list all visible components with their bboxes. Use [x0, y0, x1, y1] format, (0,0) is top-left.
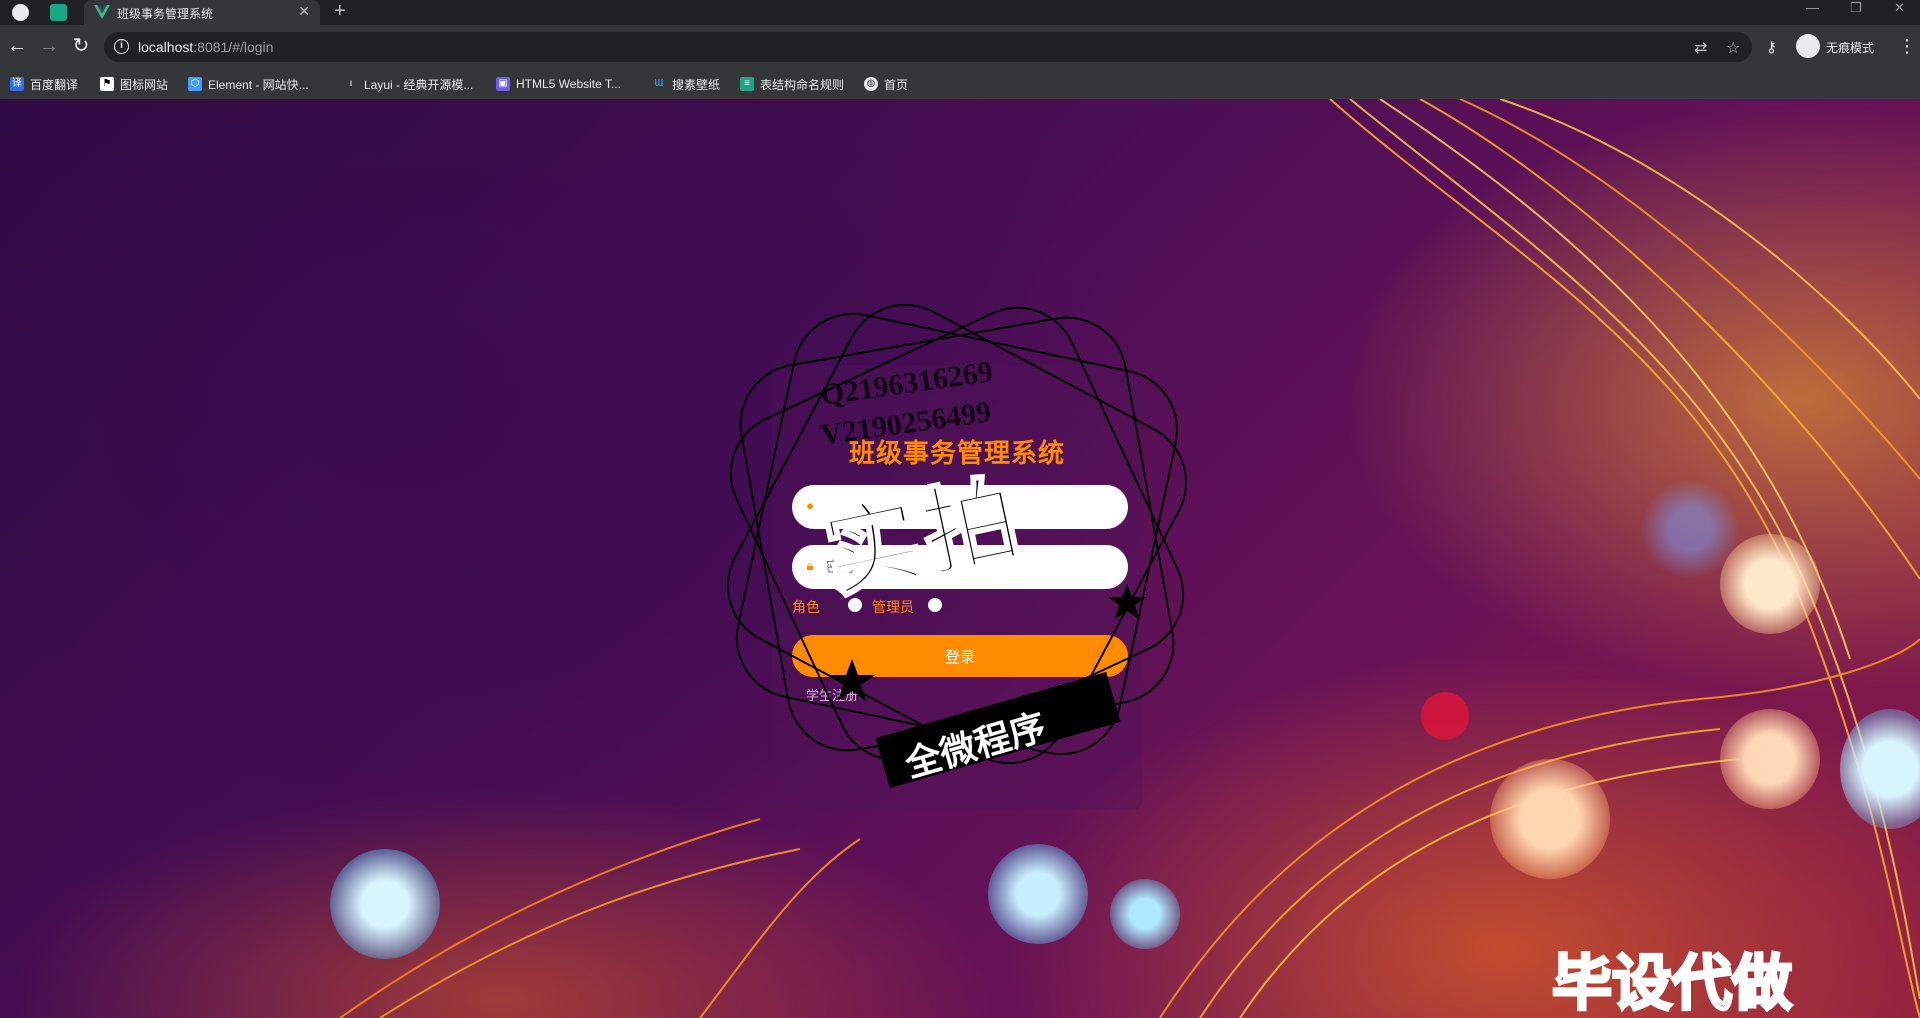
bokeh-light	[1110, 879, 1180, 949]
wallpaper-icon: Ɯ	[654, 78, 664, 89]
site-info-icon[interactable]: i	[114, 39, 129, 54]
bookmark-label: 百度翻译	[30, 77, 79, 92]
url-host: localhost	[138, 39, 194, 55]
bokeh-light	[1490, 759, 1610, 879]
cursor-highlight	[1421, 692, 1469, 740]
watermark-corner-text: 毕设代做	[1551, 949, 1794, 1018]
back-icon[interactable]: ←	[6, 35, 28, 57]
lock-icon: 🔒︎	[806, 558, 814, 573]
bookmark-label: Layui - 经典开源模...	[364, 77, 474, 92]
bookmark-item[interactable]: ⚑ 图标网站	[100, 76, 168, 92]
bokeh-light	[330, 849, 440, 959]
key-icon[interactable]: ⚷	[1766, 38, 1777, 56]
element-icon: ⬡	[188, 77, 202, 91]
url-path: :8081/#/login	[193, 39, 274, 55]
new-tab-button[interactable]: +	[334, 0, 346, 23]
bookmark-label: 首页	[884, 77, 909, 92]
bookmark-label: Element - 网站快...	[208, 77, 309, 92]
bookmark-item[interactable]: ◍ 首页	[864, 76, 908, 92]
profile-label: 无痕模式	[1826, 41, 1875, 55]
browser-toolbar: ← → ↻ i localhost:8081/#/login ⇄ ☆ ⚷ 无痕模…	[0, 25, 1920, 69]
role-radio-student[interactable]	[928, 598, 942, 612]
bookmark-label: 表结构命名规则	[760, 77, 845, 92]
bookmarks-bar: 译百度翻译 ⚑ 图标网站 ⬡ Element - 网站快... ı Layui - 经…	[0, 69, 1920, 99]
close-window-icon[interactable]: ✕	[1894, 0, 1905, 16]
layui-icon: ı	[349, 78, 353, 89]
bookmark-item[interactable]: ▣ HTML5 Website T...	[496, 76, 621, 92]
restore-icon[interactable]: ❐	[1850, 0, 1862, 16]
pinned-tab-icon[interactable]	[50, 4, 67, 21]
bookmark-label: 搜素壁纸	[672, 77, 721, 92]
baidu-translate-icon: 译	[10, 77, 24, 91]
sheet-icon: ≡	[740, 77, 754, 91]
bookmark-item[interactable]: 译百度翻译	[10, 76, 78, 92]
url-text[interactable]: localhost:8081/#/login	[138, 39, 273, 55]
bookmark-item[interactable]: ≡ 表结构命名规则	[740, 76, 844, 92]
role-label: 角色	[792, 599, 820, 615]
chrome-globe-icon[interactable]	[12, 4, 29, 21]
reload-icon[interactable]: ↻	[70, 35, 92, 57]
minimize-icon[interactable]: —	[1806, 0, 1819, 15]
more-menu-icon[interactable]: ⋮	[1898, 36, 1916, 57]
login-page-background: 班级事务管理系统 ● 🔒︎ 角色 管理员 登录 学生注册 Q2196316269…	[0, 99, 1920, 1018]
bookmark-item[interactable]: Ɯ 搜素壁纸	[652, 76, 720, 92]
login-button[interactable]: 登录	[792, 635, 1128, 677]
bookmark-label: HTML5 Website T...	[516, 77, 621, 91]
tab-title: 班级事务管理系统	[117, 7, 214, 21]
incognito-avatar-icon	[1796, 34, 1820, 58]
flag-icon: ⚑	[100, 77, 114, 91]
bookmark-star-icon[interactable]: ☆	[1726, 38, 1740, 58]
bokeh-light	[1720, 709, 1820, 809]
student-register-link[interactable]: 学生注册	[806, 685, 858, 704]
tab-close-icon[interactable]: ✕	[298, 3, 310, 20]
forward-icon[interactable]: →	[38, 35, 60, 57]
html5-template-icon: ▣	[496, 77, 510, 91]
vue-logo-icon	[94, 5, 110, 19]
bookmark-label: 图标网站	[120, 77, 169, 92]
address-bar[interactable]: i localhost:8081/#/login ⇄ ☆	[104, 32, 1752, 62]
tab-strip: 班级事务管理系统 ✕ + — ❐ ✕	[0, 0, 1920, 25]
active-tab[interactable]: 班级事务管理系统 ✕	[84, 0, 320, 25]
bokeh-light	[988, 844, 1088, 944]
globe-icon: ◍	[864, 77, 878, 91]
bookmark-item[interactable]: ⬡ Element - 网站快...	[188, 76, 309, 92]
translate-icon[interactable]: ⇄	[1694, 38, 1707, 58]
bookmark-item[interactable]: ı Layui - 经典开源模...	[344, 76, 474, 92]
bokeh-light	[1640, 479, 1740, 579]
